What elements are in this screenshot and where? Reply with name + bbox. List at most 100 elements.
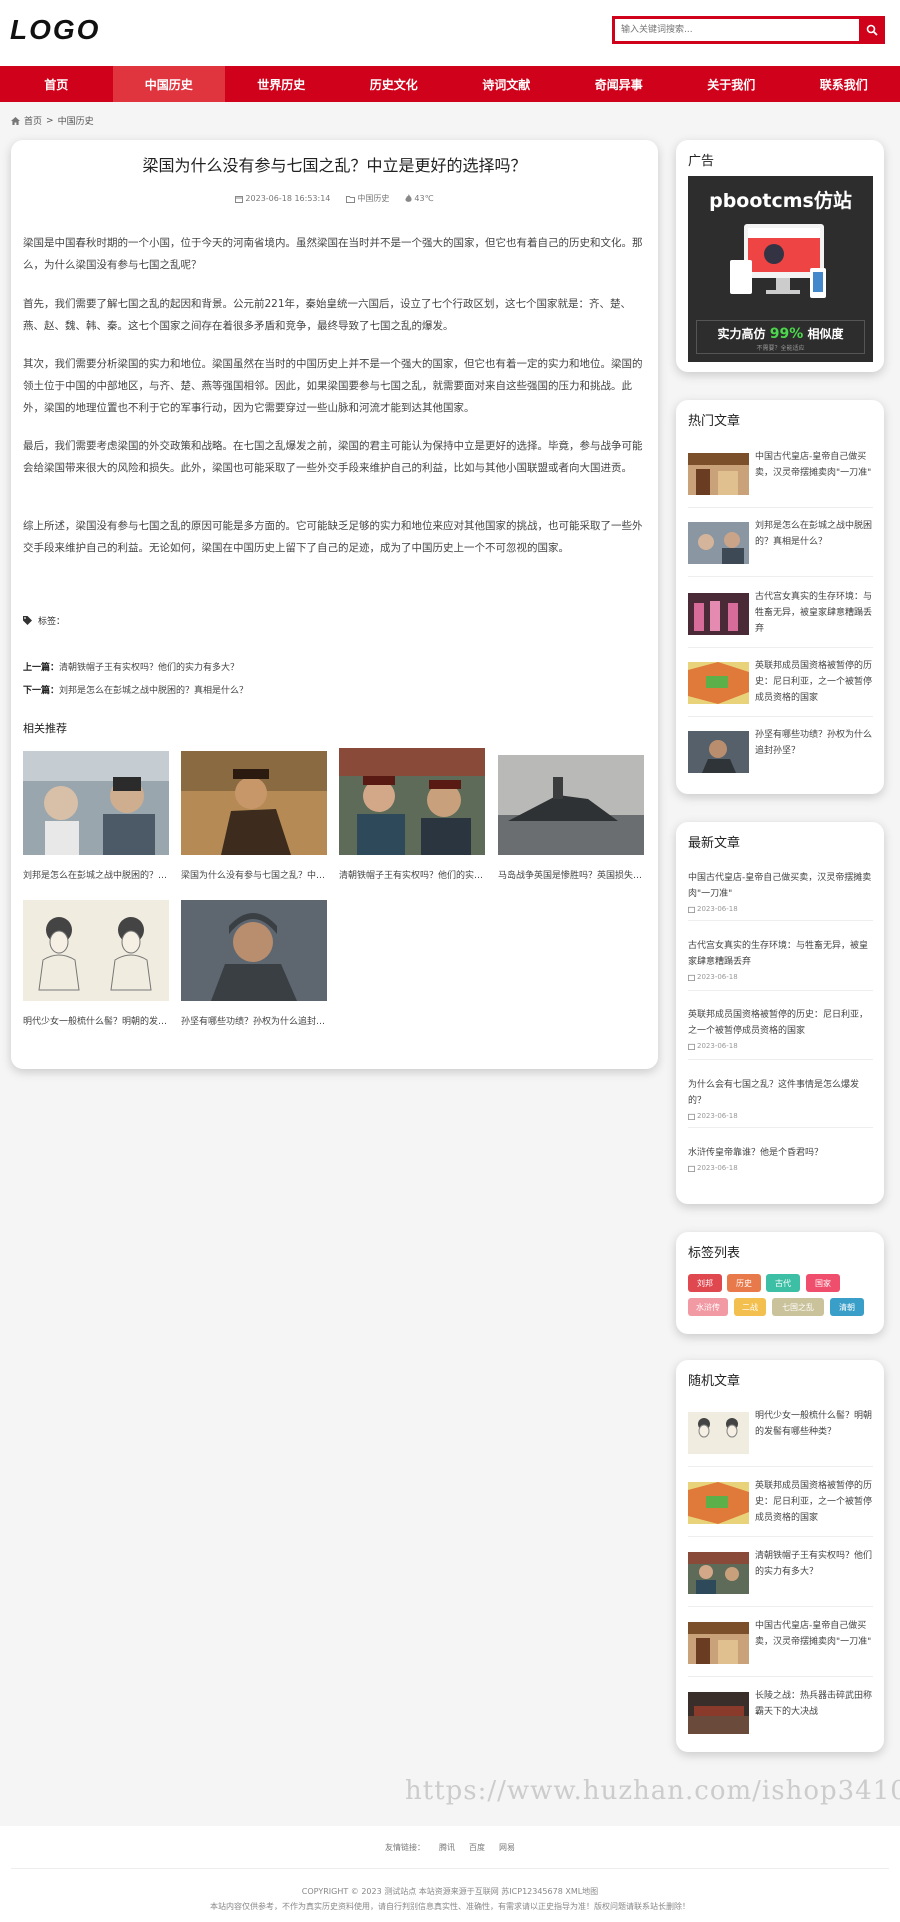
related-card[interactable]: 梁国为什么没有参与七国之乱？中立是更好的选择吗？ (181, 751, 327, 881)
tags-title: 标签列表 (688, 1246, 741, 1261)
tag-item[interactable]: 清朝 (830, 1298, 864, 1316)
prev-article-link[interactable]: 清朝铁帽子王有实权吗？他们的实力有多大？ (59, 663, 239, 673)
random-item[interactable]: 中国古代皇店-皇帝自己做买卖，汉灵帝摆摊卖肉"一刀准" (688, 1621, 873, 1664)
search-input[interactable] (615, 19, 859, 41)
nav-contact[interactable]: 联系我们 (788, 66, 900, 102)
related-image (23, 900, 169, 1001)
related-card[interactable]: 刘邦是怎么在彭城之战中脱困的？真相是什么？ (23, 751, 169, 881)
ad-slogan: 实力高仿 99% 相似度 (697, 325, 864, 342)
ad-banner[interactable]: pbootcms仿站 实力高仿 99% 相似度 不需要？全能适应 (688, 176, 873, 362)
breadcrumb-home[interactable]: 首页 (24, 114, 42, 127)
links-label: 友情链接： (385, 1843, 425, 1852)
article-title: 梁国为什么没有参与七国之乱？中立是更好的选择吗？ (142, 156, 527, 175)
random-item-title: 长陵之战：热兵器击碎武田称霸天下的大决战 (755, 1691, 873, 1717)
tags-label: 标签： (38, 617, 66, 627)
article-date: 2023-06-18 16:53:14 (245, 194, 331, 203)
nav-chinese-history[interactable]: 中国历史 (112, 66, 225, 102)
divider (688, 1466, 873, 1467)
random-item-title: 明代少女一般梳什么髻？明朝的发髻有哪些种类？ (755, 1411, 873, 1437)
random-item[interactable]: 长陵之战：热兵器击碎武田称霸天下的大决战 (688, 1691, 873, 1734)
nav-about[interactable]: 关于我们 (675, 66, 788, 102)
friend-link[interactable]: 网易 (499, 1842, 515, 1853)
hot-item[interactable]: 刘邦是怎么在彭城之战中脱困的？真相是什么？ (688, 521, 873, 564)
new-item-date: 2023-06-18 (688, 1112, 874, 1120)
friend-link[interactable]: 百度 (469, 1842, 485, 1853)
ad-slogan-b: 相似度 (807, 327, 844, 341)
date-text: 2023-06-18 (697, 1164, 738, 1172)
site-logo[interactable]: LOGO (10, 14, 100, 46)
new-item-date: 2023-06-18 (688, 973, 874, 981)
calendar-icon (688, 1043, 695, 1050)
header: LOGO (0, 0, 900, 66)
devices-image (730, 224, 826, 298)
tag-item[interactable]: 水浒传 (688, 1298, 728, 1316)
article-tags: 标签： (23, 614, 65, 627)
article-category[interactable]: 中国历史 (357, 193, 389, 204)
related-card[interactable]: 明代少女一般梳什么髻？明朝的发髻有哪些种类？ (23, 900, 169, 1027)
tag-item[interactable]: 七国之乱 (772, 1298, 824, 1316)
nav-history-culture[interactable]: 历史文化 (338, 66, 451, 102)
tag-item[interactable]: 历史 (727, 1274, 761, 1292)
new-item-date: 2023-06-18 (688, 1042, 874, 1050)
nav-home[interactable]: 首页 (0, 66, 113, 102)
random-item[interactable]: 清朝铁帽子王有实权吗？他们的实力有多大？ (688, 1551, 873, 1594)
hot-thumb (688, 522, 749, 564)
prev-article: 上一篇：清朝铁帽子王有实权吗？他们的实力有多大？ (23, 660, 239, 673)
random-thumb (688, 1692, 749, 1734)
related-caption: 刘邦是怎么在彭城之战中脱困的？真相是什么？ (23, 871, 169, 881)
hot-item-title: 孙坚有哪些功绩？孙权为什么追封孙坚？ (755, 730, 873, 756)
footer: 友情链接： 腾讯 百度 网易 COPYRIGHT © 2023 测试站点 本站资… (0, 1826, 900, 1922)
random-thumb (688, 1482, 749, 1524)
search-button[interactable] (859, 16, 885, 44)
related-card[interactable]: 马岛战争英国是惨胜吗？英国损失了多少？ (498, 755, 644, 881)
tag-item[interactable]: 古代 (766, 1274, 800, 1292)
search-icon (866, 24, 878, 36)
new-item-title: 水浒传皇帝靠谁？他是个昏君吗？ (688, 1148, 824, 1158)
paragraph: 最后，我们需要考虑梁国的外交政策和战略。在七国之乱爆发之前，梁国的君主可能认为保… (23, 440, 643, 474)
hot-item[interactable]: 中国古代皇店-皇帝自己做买卖，汉灵帝摆摊卖肉"一刀准" (688, 452, 873, 495)
tag-item[interactable]: 二战 (734, 1298, 766, 1316)
hot-thumb (688, 593, 749, 635)
new-item-title: 中国古代皇店-皇帝自己做买卖，汉灵帝摆摊卖肉"一刀准" (688, 873, 872, 899)
random-articles-panel: 随机文章 明代少女一般梳什么髻？明朝的发髻有哪些种类？ 英联邦成员国资格被暂停的… (676, 1360, 884, 1752)
new-item[interactable]: 水浒传皇帝靠谁？他是个昏君吗？ 2023-06-18 (688, 1145, 874, 1172)
random-item[interactable]: 英联邦成员国资格被暂停的历史：尼日利亚，之一个被暂停成员资格的国家 (688, 1481, 873, 1526)
tag-item[interactable]: 刘邦 (688, 1274, 722, 1292)
ad-title: 广告 (688, 154, 715, 169)
random-title: 随机文章 (688, 1374, 741, 1389)
next-article-link[interactable]: 刘邦是怎么在彭城之战中脱困的？真相是什么？ (59, 686, 248, 696)
related-card[interactable]: 孙坚有哪些功绩？孙权为什么追封孙坚？ (181, 900, 327, 1027)
date-text: 2023-06-18 (697, 973, 738, 981)
breadcrumb-current[interactable]: 中国历史 (58, 114, 94, 127)
new-item[interactable]: 中国古代皇店-皇帝自己做买卖，汉灵帝摆摊卖肉"一刀准" 2023-06-18 (688, 870, 874, 913)
folder-icon (346, 195, 356, 203)
related-caption: 明代少女一般梳什么髻？明朝的发髻有哪些种类？ (23, 1017, 169, 1027)
nav-poetry[interactable]: 诗词文献 (450, 66, 563, 102)
hot-item[interactable]: 孙坚有哪些功绩？孙权为什么追封孙坚？ (688, 730, 873, 773)
breadcrumb-separator: > (46, 115, 54, 126)
fire-icon (405, 194, 412, 202)
nav-anecdotes[interactable]: 奇闻异事 (563, 66, 676, 102)
new-item[interactable]: 为什么会有七国之乱？这件事情是怎么爆发的？ 2023-06-18 (688, 1077, 874, 1120)
breadcrumb: 首页 > 中国历史 (11, 114, 94, 127)
new-item[interactable]: 古代宫女真实的生存环境：与牲畜无异，被皇家肆意糟蹋丢弃 2023-06-18 (688, 938, 874, 981)
hot-thumb (688, 731, 749, 773)
tag-item[interactable]: 国家 (806, 1274, 840, 1292)
new-item[interactable]: 英联邦成员国资格被暂停的历史：尼日利亚，之一个被暂停成员资格的国家 2023-06… (688, 1007, 874, 1050)
hot-item[interactable]: 古代宫女真实的生存环境：与牲畜无异，被皇家肆意糟蹋丢弃 (688, 592, 873, 637)
new-item-title: 英联邦成员国资格被暂停的历史：尼日利亚，之一个被暂停成员资格的国家 (688, 1010, 869, 1036)
related-caption: 马岛战争英国是惨胜吗？英国损失了多少？ (498, 871, 644, 881)
random-item-title: 英联邦成员国资格被暂停的历史：尼日利亚，之一个被暂停成员资格的国家 (755, 1481, 873, 1523)
friend-links: 友情链接： 腾讯 百度 网易 (0, 1842, 900, 1853)
next-label: 下一篇： (23, 686, 60, 696)
new-title: 最新文章 (688, 836, 741, 851)
divider (688, 1127, 873, 1128)
random-item-title: 清朝铁帽子王有实权吗？他们的实力有多大？ (755, 1551, 873, 1577)
nav-world-history[interactable]: 世界历史 (225, 66, 338, 102)
hot-item[interactable]: 英联邦成员国资格被暂停的历史：尼日利亚，之一个被暂停成员资格的国家 (688, 661, 873, 706)
related-caption: 清朝铁帽子王有实权吗？他们的实力有多大？ (339, 871, 485, 881)
related-card[interactable]: 清朝铁帽子王有实权吗？他们的实力有多大？ (339, 748, 485, 881)
random-item[interactable]: 明代少女一般梳什么髻？明朝的发髻有哪些种类？ (688, 1411, 873, 1454)
friend-link[interactable]: 腾讯 (439, 1842, 455, 1853)
divider (688, 716, 873, 717)
